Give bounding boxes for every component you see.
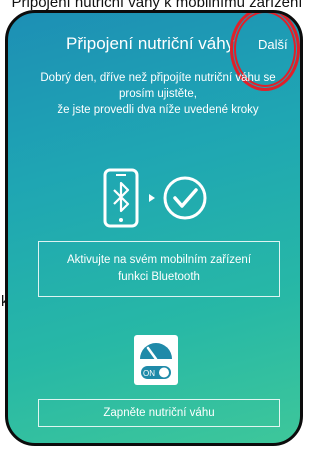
scale-step-card: Zapněte nutriční váhu	[38, 399, 280, 427]
bluetooth-illustration	[103, 168, 207, 228]
page-title: Připojení nutriční váhy	[66, 34, 235, 53]
next-button[interactable]: Další	[258, 37, 288, 52]
scale-step-label: Zapněte nutriční váhu	[103, 407, 215, 419]
intro-text: Dobrý den, dříve než připojíte nutriční …	[18, 70, 298, 118]
check-circle-icon	[163, 176, 207, 220]
bluetooth-step-line-2: funkci Bluetooth	[118, 271, 200, 283]
phone-screen: Připojení nutriční váhy Další Dobrý den,…	[5, 10, 303, 446]
intro-line-2: prosím ujistěte,	[119, 88, 197, 100]
phone-bluetooth-icon	[103, 168, 139, 228]
play-arrow-icon	[149, 194, 155, 202]
bluetooth-step-card: Aktivujte na svém mobilním zařízení funk…	[38, 241, 280, 297]
switch-label: ON	[143, 369, 155, 378]
scale-icon: ON	[134, 335, 178, 385]
intro-line-3: že jste provedli dva níže uvedené kroky	[57, 104, 259, 116]
bluetooth-step-line-1: Aktivujte na svém mobilním zařízení	[66, 254, 252, 266]
intro-line-1: Dobrý den, dříve než připojíte nutriční …	[40, 72, 276, 84]
